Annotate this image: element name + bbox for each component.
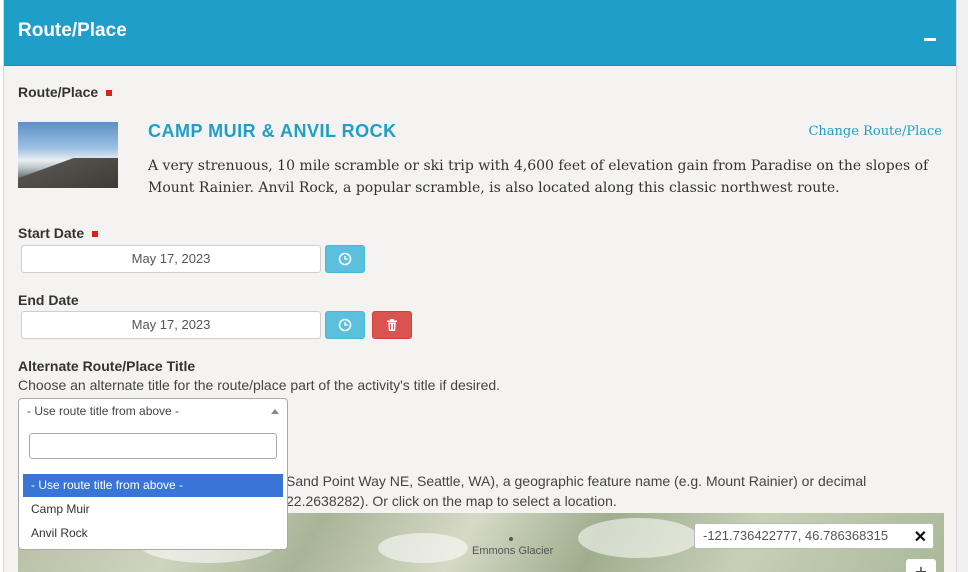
delete-end-date-button[interactable] xyxy=(372,311,412,339)
route-place-label: Route/Place xyxy=(18,84,113,100)
alt-title-select[interactable]: - Use route title from above - xyxy=(18,398,288,424)
location-help: Sand Point Way NE, Seattle, WA), a geogr… xyxy=(286,473,867,509)
route-thumbnail xyxy=(18,122,118,188)
start-date-input[interactable]: May 17, 2023 xyxy=(21,245,321,273)
alt-title-dropdown: - Use route title from above - Camp Muir… xyxy=(18,423,288,550)
map-marker xyxy=(509,537,513,541)
dropdown-option-use-route-title[interactable]: - Use route title from above - xyxy=(23,474,283,497)
map-feature-label: Emmons Glacier xyxy=(472,545,554,557)
caret-up-icon xyxy=(271,409,279,414)
zoom-in-button[interactable]: + xyxy=(906,559,936,572)
panel-title: Route/Place xyxy=(18,20,127,41)
minus-icon[interactable] xyxy=(924,38,936,41)
clock-icon xyxy=(338,252,352,266)
dropdown-option-anvil-rock[interactable]: Anvil Rock xyxy=(23,522,283,545)
close-icon[interactable]: ✕ xyxy=(909,526,927,548)
end-date-picker-button[interactable] xyxy=(325,311,365,339)
change-route-link[interactable]: Change Route/Place xyxy=(808,124,942,139)
start-date-label: Start Date xyxy=(18,225,99,241)
coordinates-input[interactable]: -121.736422777, 46.786368315 ✕ xyxy=(694,523,934,549)
trash-icon xyxy=(387,319,397,331)
route-place-panel: Route/Place Route/Place CAMP MUIR & ANVI… xyxy=(3,0,957,572)
end-date-label: End Date xyxy=(18,292,79,308)
route-title: CAMP MUIR & ANVIL ROCK xyxy=(148,121,397,141)
start-date-picker-button[interactable] xyxy=(325,245,365,273)
required-marker xyxy=(92,231,99,238)
route-description: A very strenuous, 10 mile scramble or sk… xyxy=(148,158,929,196)
dropdown-option-camp-muir[interactable]: Camp Muir xyxy=(23,498,283,521)
end-date-input[interactable]: May 17, 2023 xyxy=(21,311,321,339)
panel-header: Route/Place xyxy=(4,0,956,66)
alt-title-help: Choose an alternate title for the route/… xyxy=(18,377,501,393)
clock-icon xyxy=(338,318,352,332)
required-marker xyxy=(106,90,113,97)
page-scrollbar[interactable] xyxy=(957,0,968,572)
alt-title-label: Alternate Route/Place Title xyxy=(18,358,196,374)
dropdown-search-input[interactable] xyxy=(29,433,277,459)
